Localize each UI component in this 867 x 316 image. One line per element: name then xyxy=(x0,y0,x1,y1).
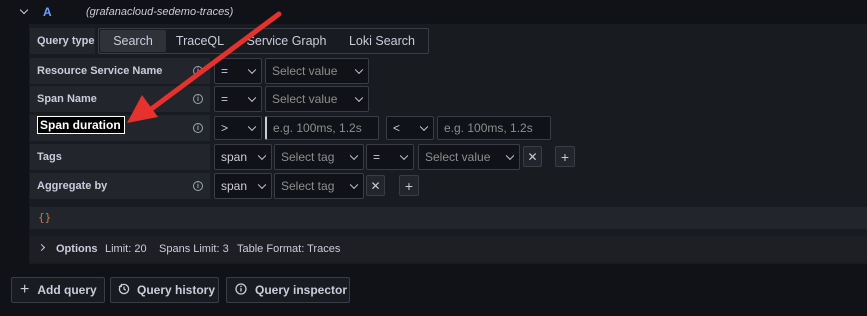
red-arrow-icon xyxy=(127,11,282,123)
